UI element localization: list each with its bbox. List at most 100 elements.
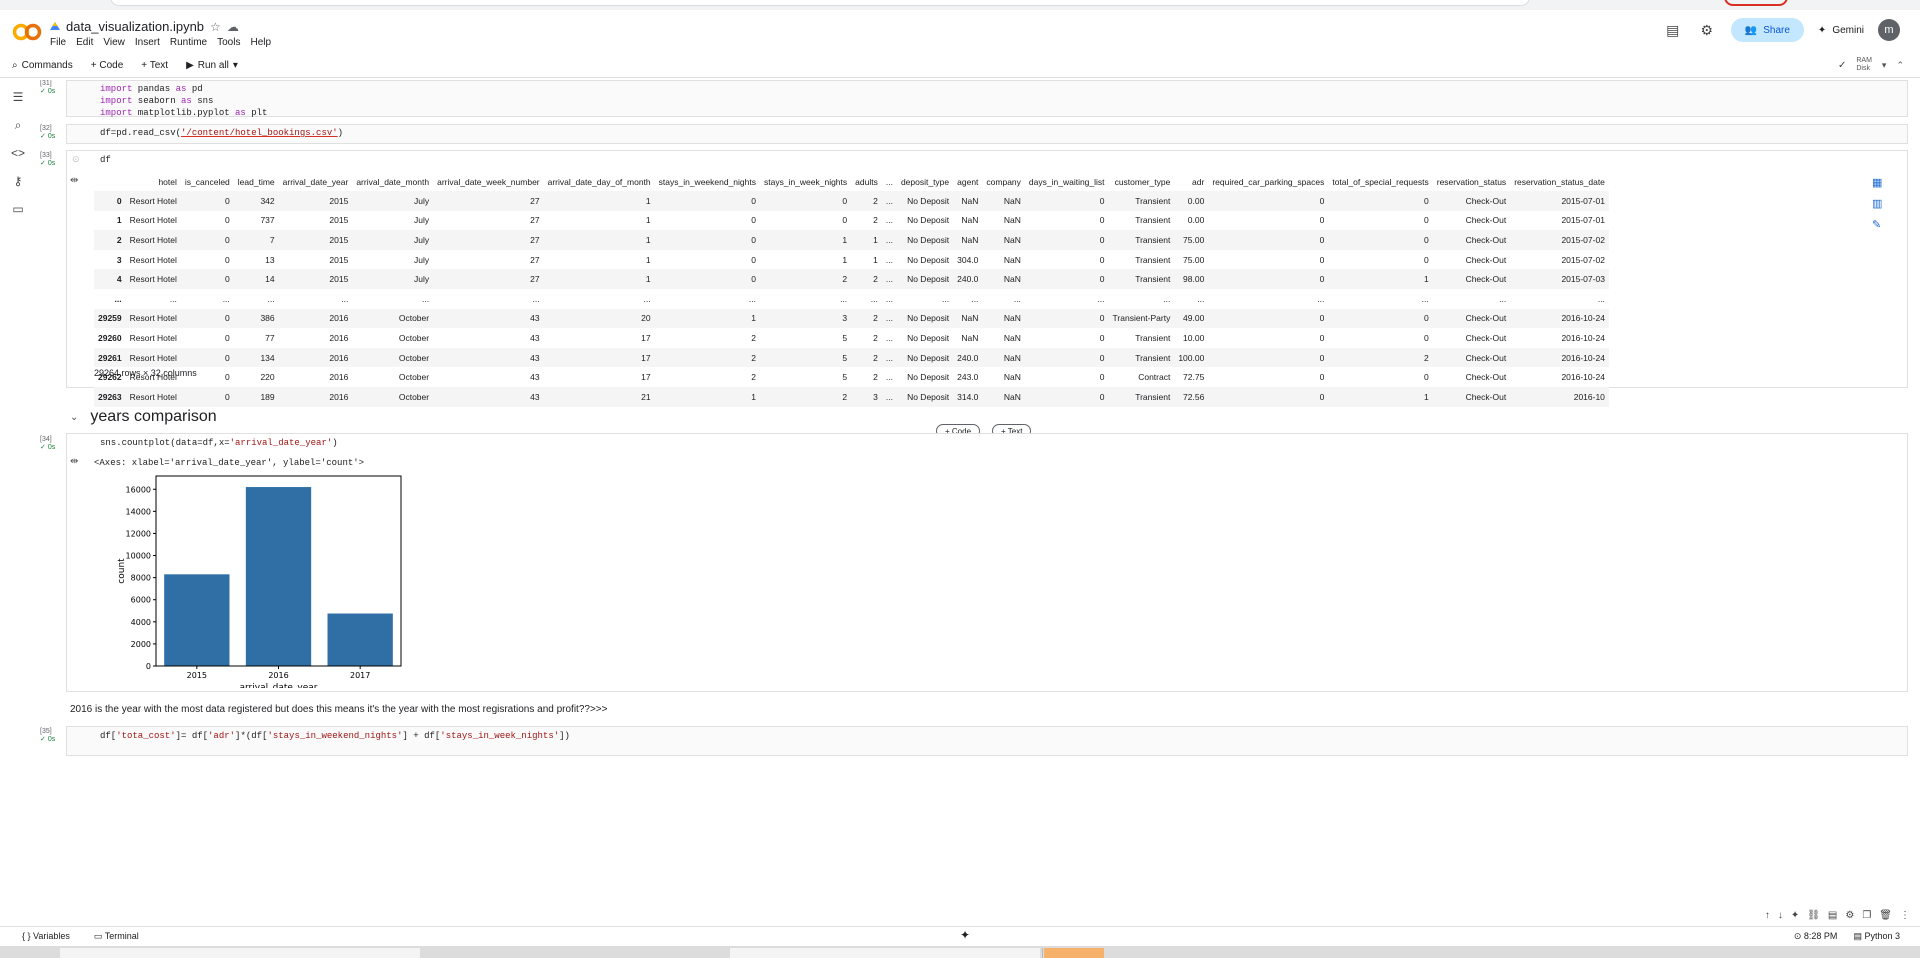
table-cell: 17 xyxy=(641,332,651,343)
table-cell: No Deposit xyxy=(907,332,950,343)
folder-icon[interactable]: ▭ xyxy=(10,202,26,218)
output-toggle-icon[interactable]: ⇹ xyxy=(70,175,78,186)
ram-disk-indicator[interactable]: RAM Disk xyxy=(1856,57,1872,73)
sparkle-icon[interactable]: ✦ xyxy=(1791,910,1799,921)
add-code-button[interactable]: + Code xyxy=(91,60,124,71)
move-down-icon[interactable]: ↓ xyxy=(1778,910,1783,921)
table-cell: 5 xyxy=(842,332,848,343)
kernel-status[interactable]: ▤ Python 3 xyxy=(1853,931,1900,942)
table-cell: No Deposit xyxy=(896,347,954,368)
move-up-icon[interactable]: ↑ xyxy=(1765,910,1770,921)
run-cell-icon[interactable]: ⊙ xyxy=(72,154,80,165)
table-cell: ... xyxy=(885,215,893,226)
commands-button[interactable]: ⌕ Commands xyxy=(12,60,73,71)
code-cell-35-source[interactable]: df['tota_cost']= df['adr']*(df['stays_in… xyxy=(100,730,570,742)
code-cell-31[interactable] xyxy=(66,80,1908,117)
variables-button[interactable]: { } Variables xyxy=(22,931,70,942)
star-icon[interactable]: ☆ xyxy=(210,20,221,34)
markdown-text-cell[interactable]: 2016 is the year with the most data regi… xyxy=(70,704,607,715)
table-cell: ... xyxy=(885,372,893,383)
bar-2015 xyxy=(164,574,230,666)
trash-icon[interactable]: 🗑 xyxy=(1879,910,1892,921)
taskbar-tab[interactable] xyxy=(60,948,420,958)
table-cell: 27 xyxy=(433,269,544,289)
table-cell: 43 xyxy=(433,308,544,329)
menu-runtime[interactable]: Runtime xyxy=(170,37,207,48)
chevron-down-icon[interactable]: ▾ xyxy=(233,60,238,71)
exec-time: ✓ 0s xyxy=(40,444,56,451)
code-snippets-icon[interactable]: <> xyxy=(10,146,26,162)
terminal-button[interactable]: ▭ Terminal xyxy=(94,931,139,942)
code-cell-33-source[interactable]: df xyxy=(100,154,111,166)
table-row: 29261 Resort Hotel 0 134 2016 October 43 17 2 5 2.… xyxy=(94,347,1609,368)
table-view-icon[interactable]: ▦ xyxy=(1872,176,1882,189)
magic-wand-icon[interactable]: ✎ xyxy=(1872,218,1882,231)
more-icon[interactable]: ⋮ xyxy=(1900,910,1910,921)
table-of-contents-icon[interactable]: ☰ xyxy=(10,90,26,106)
cell-32-exec[interactable]: [32] ✓ 0s xyxy=(40,125,55,141)
terminal-label: Terminal xyxy=(104,931,139,941)
table-cell: 1 xyxy=(759,230,852,250)
play-icon: ▶ xyxy=(186,60,194,71)
chart-suggest-icon[interactable]: ▥ xyxy=(1872,197,1882,210)
colab-logo-icon[interactable] xyxy=(12,22,42,42)
code-cell-31-source[interactable]: import pandas as pd import seaborn as sn… xyxy=(100,83,267,119)
comment-icon[interactable]: ▤ xyxy=(1663,20,1683,40)
table-cell: ... xyxy=(870,293,878,304)
cell-31-exec[interactable]: [31] ✓ 0s xyxy=(40,80,55,96)
cloud-icon[interactable]: ☁ xyxy=(227,20,239,34)
table-cell: Contract xyxy=(1138,372,1171,383)
sparkle-icon[interactable]: ✦ xyxy=(960,928,970,942)
table-cell: ... xyxy=(422,293,430,304)
section-heading[interactable]: ⌄ years comparison xyxy=(70,408,217,426)
mirror-icon[interactable]: ❐ xyxy=(1862,910,1871,921)
code-cell-34-source[interactable]: sns.countplot(data=df,x='arrival_date_ye… xyxy=(100,437,338,449)
cell-33-exec[interactable]: [33] ✓ 0s xyxy=(40,152,55,168)
execution-time[interactable]: ⊙ 8:28 PM xyxy=(1794,931,1838,942)
menu-tools[interactable]: Tools xyxy=(217,37,240,48)
table-cell: No Deposit xyxy=(896,230,954,250)
browser-address-bar[interactable] xyxy=(110,0,1530,6)
table-cell: Resort Hotel xyxy=(129,254,177,265)
row-index: ... xyxy=(114,293,122,304)
menu-help[interactable]: Help xyxy=(250,37,271,48)
find-icon[interactable]: ⌕ xyxy=(10,118,26,134)
comment-icon[interactable]: ▤ xyxy=(1828,910,1837,921)
menu-view[interactable]: View xyxy=(103,37,125,48)
menu-file[interactable]: File xyxy=(50,37,66,48)
chevron-down-icon[interactable]: ⌄ xyxy=(70,412,78,423)
add-text-button[interactable]: + Text xyxy=(141,60,168,71)
cell-34-exec[interactable]: [34] ✓ 0s xyxy=(40,436,55,452)
chevron-down-icon[interactable]: ▾ xyxy=(1882,60,1887,71)
share-button[interactable]: 👥 Share xyxy=(1730,18,1804,42)
gear-icon[interactable]: ⚙ xyxy=(1845,910,1854,921)
taskbar-tab-active[interactable] xyxy=(1044,948,1104,958)
table-cell: Check-Out xyxy=(1465,254,1507,265)
y-tick-label: 0 xyxy=(146,662,151,671)
browser-red-outline-button[interactable] xyxy=(1724,0,1788,6)
exec-count: [34] xyxy=(40,436,52,443)
table-cell: 0 xyxy=(1099,215,1105,226)
link-icon[interactable]: ⛓ xyxy=(1807,910,1820,921)
table-cell: ... xyxy=(1197,293,1205,304)
run-all-button[interactable]: ▶ Run all ▾ xyxy=(186,60,238,71)
row-index: 1 xyxy=(116,215,122,226)
gemini-button[interactable]: ✦ Gemini xyxy=(1818,25,1864,36)
table-cell: 27 xyxy=(433,230,544,250)
notebook-title[interactable]: data_visualization.ipynb xyxy=(66,19,204,34)
table-cell: 1 xyxy=(645,215,651,226)
table-cell: 0 xyxy=(1208,191,1329,211)
gear-icon[interactable]: ⚙ xyxy=(1697,20,1717,40)
output-toggle-icon[interactable]: ⇹ xyxy=(70,456,78,467)
table-row: 3 Resort Hotel 0 13 2015 July 27 1 0 1 1... No Depo… xyxy=(94,250,1609,270)
table-cell: 2 xyxy=(851,269,882,289)
cell-35-exec[interactable]: [35] ✓ 0s xyxy=(40,728,55,744)
table-cell: 220 xyxy=(260,372,275,383)
menu-edit[interactable]: Edit xyxy=(76,37,93,48)
code-cell-32-source[interactable]: df=pd.read_csv('/content/hotel_bookings.… xyxy=(100,127,343,139)
avatar[interactable]: m xyxy=(1878,19,1900,41)
chevron-up-icon[interactable]: ⌃ xyxy=(1896,60,1904,71)
taskbar-tab[interactable] xyxy=(730,948,1040,958)
secrets-key-icon[interactable]: ⚷ xyxy=(10,174,26,190)
menu-insert[interactable]: Insert xyxy=(135,37,160,48)
